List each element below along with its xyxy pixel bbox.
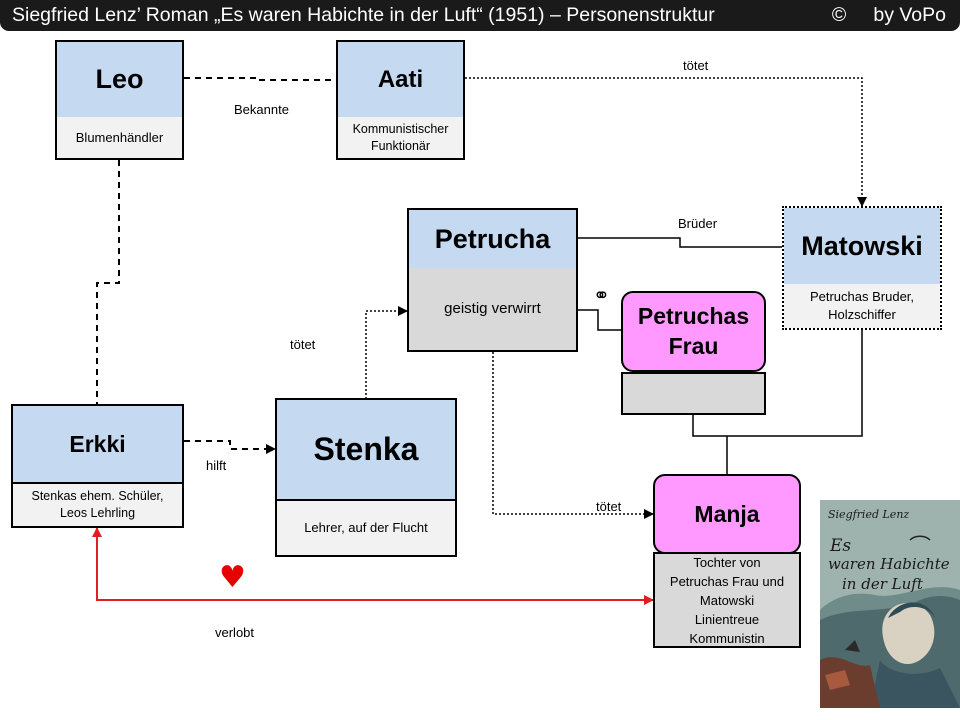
leo-name: Leo: [57, 42, 182, 119]
line-stenka-petrucha: [365, 306, 408, 399]
person-petrucha: Petrucha geistig verwirrt: [407, 208, 578, 352]
aati-description: Kommunistischer Funktionär: [338, 117, 463, 158]
person-aati: Aati Kommunistischer Funktionär: [336, 40, 465, 160]
person-leo: Leo Blumenhändler: [55, 40, 184, 160]
petrucha-description: geistig verwirrt: [409, 268, 576, 350]
manja-desc-line1: Tochter von: [693, 554, 761, 570]
label-stenka-kills: tötet: [290, 337, 316, 352]
line-petrucha-matowski: [578, 237, 782, 248]
cover-title-line1: Es: [830, 536, 852, 556]
erkki-name: Erkki: [13, 406, 182, 484]
matowski-name: Matowski: [784, 208, 940, 286]
aati-name: Aati: [338, 42, 463, 119]
matowski-desc-line1: Petruchas Bruder,: [809, 289, 915, 305]
erkki-description: Stenkas ehem. Schüler, Leos Lehrling: [13, 484, 182, 526]
line-petrucha-frau: [578, 309, 621, 331]
petrucha-name: Petrucha: [409, 210, 576, 270]
cover-author: Siegfried Lenz: [828, 508, 910, 521]
cover-title-line3: in der Luft: [842, 575, 923, 593]
manja-name: Manja: [653, 474, 801, 554]
manja-desc-line2: Petruchas Frau und: [669, 573, 785, 589]
leo-description: Blumenhändler: [57, 117, 182, 158]
label-petrucha-kills: tötet: [596, 499, 622, 514]
heart-icon: ♥: [219, 560, 246, 595]
manja-desc-line3: Matowski: [699, 592, 755, 608]
book-cover-image: Siegfried Lenz Es waren Habichte in der …: [820, 500, 960, 708]
label-verlobt: verlobt: [215, 625, 255, 640]
label-brueder: Brüder: [678, 216, 718, 231]
matowski-description: Petruchas Bruder, Holzschiffer: [784, 284, 940, 328]
manja-desc-line5: Kommunistin: [689, 630, 765, 646]
marriage-symbol: ⚭: [593, 283, 610, 307]
aati-desc-line2: Funktionär: [370, 138, 431, 153]
label-hilft: hilft: [206, 458, 227, 473]
book-cover-illustration: [820, 500, 960, 708]
person-erkki: Erkki Stenkas ehem. Schüler, Leos Lehrli…: [11, 404, 184, 528]
line-erkki-stenka: [184, 440, 276, 454]
petruchas-frau-description: [621, 372, 766, 415]
label-aati-kills: tötet: [683, 58, 709, 73]
erkki-desc-line2: Leos Lehrling: [59, 506, 136, 520]
manja-desc-line4: Linientreue: [694, 611, 760, 627]
line-leo-aati: [184, 77, 336, 81]
person-manja: Manja Tochter von Petruchas Frau und Mat…: [653, 474, 801, 648]
line-leo-erkki: [96, 160, 120, 404]
person-stenka: Stenka Lehrer, auf der Flucht: [275, 398, 457, 557]
line-aati-matowski: [465, 77, 867, 207]
cover-title-line2: waren Habichte: [828, 555, 950, 573]
person-petruchas-frau: Petruchas Frau: [619, 291, 768, 415]
petruchas-frau-name: Petruchas Frau: [621, 291, 766, 372]
person-matowski: Matowski Petruchas Bruder, Holzschiffer: [782, 206, 942, 330]
manja-description: Tochter von Petruchas Frau und Matowski …: [653, 552, 801, 648]
petruchas-frau-name-line1: Petruchas: [637, 302, 750, 329]
matowski-desc-line2: Holzschiffer: [828, 307, 896, 322]
stenka-name: Stenka: [277, 400, 455, 501]
erkki-desc-line1: Stenkas ehem. Schüler,: [31, 489, 164, 504]
stenka-description: Lehrer, auf der Flucht: [277, 501, 455, 555]
label-bekannte: Bekannte: [234, 102, 289, 117]
aati-desc-line1: Kommunistischer: [352, 121, 449, 136]
petruchas-frau-name-line2: Frau: [668, 332, 719, 359]
